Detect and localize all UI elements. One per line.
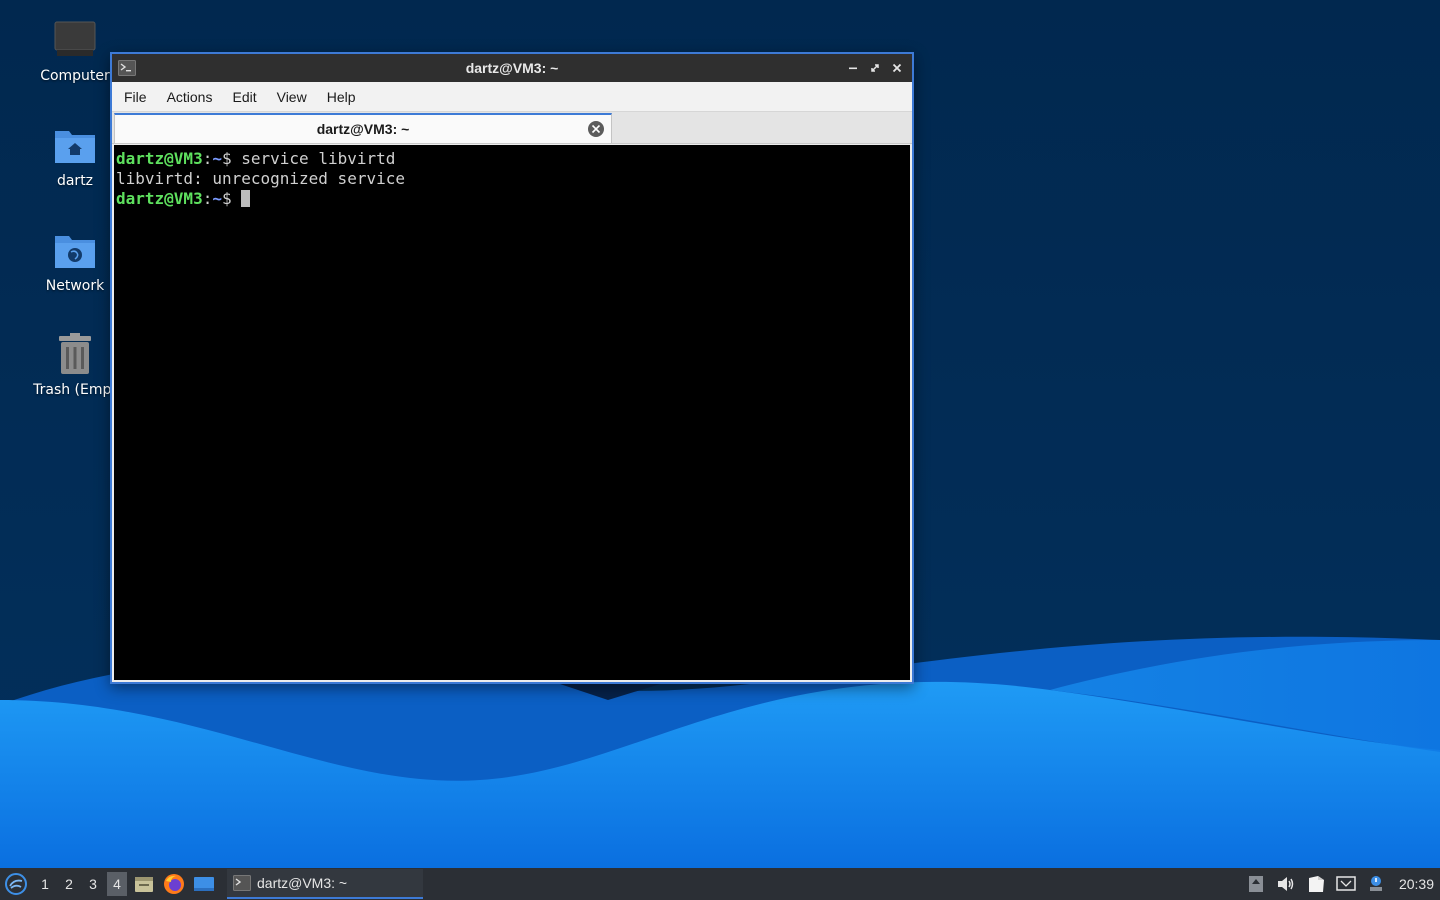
text-cursor: [241, 190, 251, 207]
network-folder-icon: [51, 226, 99, 274]
tab-label: dartz@VM3: ~: [316, 121, 410, 137]
tab-bar: dartz@VM3: ~: [112, 112, 912, 144]
menu-edit[interactable]: Edit: [222, 89, 266, 105]
close-icon: [892, 63, 902, 73]
command-output: libvirtd: unrecognized service: [116, 169, 405, 188]
tray-updates[interactable]: [1245, 873, 1267, 895]
start-menu-button[interactable]: [1, 868, 31, 900]
terminal-app-icon: [233, 875, 251, 891]
menu-actions[interactable]: Actions: [157, 89, 223, 105]
terminal-window[interactable]: dartz@VM3: ~ File Actions Edit View Help…: [110, 52, 914, 684]
prompt-path: ~: [212, 149, 222, 168]
clock[interactable]: 20:39: [1399, 876, 1434, 892]
window-titlebar[interactable]: dartz@VM3: ~: [112, 54, 912, 82]
prompt-separator: :: [202, 149, 213, 168]
desktop-icon-label: Trash (Empt: [33, 382, 117, 398]
computer-icon: [51, 16, 99, 64]
prompt-user: dartz@VM3: [116, 189, 203, 208]
prompt-separator: :: [202, 189, 213, 208]
update-icon: [1248, 876, 1263, 892]
prompt-symbol: $: [221, 189, 242, 208]
close-button[interactable]: [888, 58, 906, 78]
tray-network[interactable]: [1335, 873, 1357, 895]
desktop-icon-label: Network: [45, 278, 105, 294]
window-title: dartz@VM3: ~: [465, 60, 559, 76]
terminal-line: dartz@VM3:~$: [116, 189, 910, 209]
prompt-path: ~: [212, 189, 222, 208]
desktop-icon: [194, 877, 214, 891]
menu-file[interactable]: File: [114, 89, 157, 105]
maximize-button[interactable]: [866, 58, 884, 78]
clipboard-icon: [1308, 876, 1324, 892]
prompt-user: dartz@VM3: [116, 149, 203, 168]
workspace-2[interactable]: 2: [59, 872, 79, 896]
tray-volume[interactable]: [1275, 873, 1297, 895]
trash-icon: [51, 330, 99, 378]
terminal-line: dartz@VM3:~$ service libvirtd: [116, 149, 910, 169]
tab-close-icon[interactable]: [587, 120, 605, 138]
launcher-show-desktop[interactable]: [191, 871, 217, 897]
workspace-4[interactable]: 4: [107, 872, 127, 896]
minimize-button[interactable]: [844, 58, 862, 78]
tray-notification[interactable]: [1365, 873, 1387, 895]
launcher-firefox[interactable]: [161, 871, 187, 897]
workspace-3[interactable]: 3: [83, 872, 103, 896]
taskbar-item-label: dartz@VM3: ~: [257, 875, 348, 891]
home-folder-icon: [51, 121, 99, 169]
command-text: service libvirtd: [241, 149, 396, 168]
system-tray: 20:39: [1245, 868, 1440, 900]
workspace-1[interactable]: 1: [35, 872, 55, 896]
terminal-output[interactable]: dartz@VM3:~$ service libvirtd libvirtd: u…: [114, 145, 910, 680]
volume-icon: [1277, 877, 1294, 891]
firefox-icon: [164, 874, 184, 894]
taskbar: 1 2 3 4 dartz@VM3: ~ 20:39: [0, 868, 1440, 900]
prompt-symbol: $: [221, 149, 242, 168]
file-manager-icon: [135, 877, 153, 892]
minimize-icon: [849, 67, 857, 70]
tray-clipboard[interactable]: [1305, 873, 1327, 895]
terminal-line: libvirtd: unrecognized service: [116, 169, 910, 189]
menu-view[interactable]: View: [267, 89, 317, 105]
terminal-app-icon: [118, 60, 136, 76]
desktop-icon-label: Computer: [40, 68, 110, 84]
taskbar-item-terminal[interactable]: dartz@VM3: ~: [227, 869, 423, 899]
menubar: File Actions Edit View Help: [112, 82, 912, 112]
maximize-icon: [871, 64, 879, 72]
info-icon: [1369, 876, 1382, 891]
launcher-file-manager[interactable]: [131, 871, 157, 897]
menu-help[interactable]: Help: [317, 89, 366, 105]
network-icon: [1336, 876, 1356, 891]
desktop-icon-label: dartz: [56, 173, 94, 189]
lubuntu-logo-icon: [5, 873, 27, 895]
tab-terminal[interactable]: dartz@VM3: ~: [114, 113, 612, 143]
